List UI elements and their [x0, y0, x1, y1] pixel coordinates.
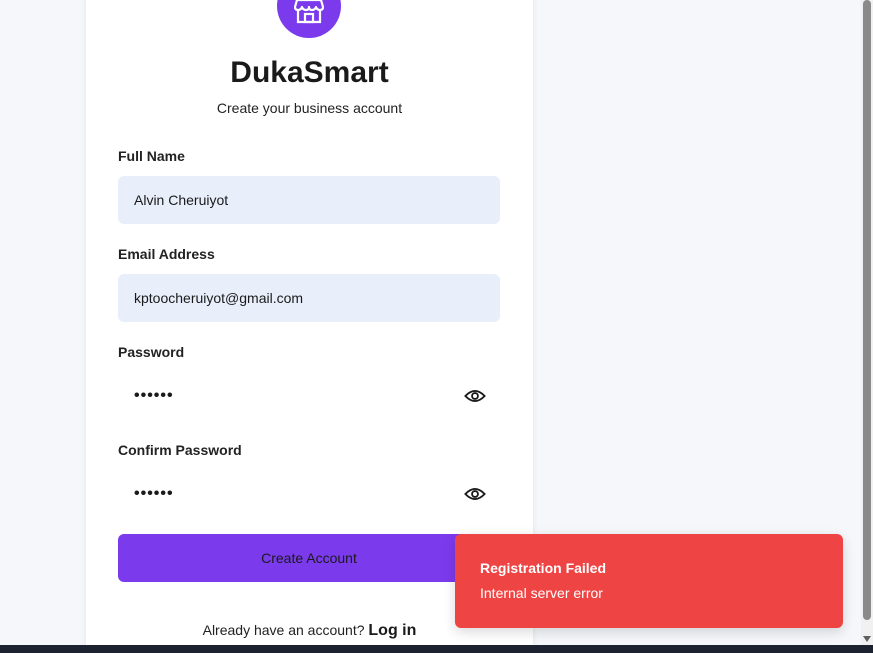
eye-icon[interactable] — [464, 386, 486, 406]
password-value: •••••• — [134, 387, 174, 404]
email-label: Email Address — [118, 246, 215, 262]
toast-title: Registration Failed — [480, 560, 607, 576]
scrollbar-thumb[interactable] — [863, 0, 871, 620]
app-title: DukaSmart — [230, 56, 389, 89]
confirm-password-input[interactable]: •••••• — [118, 470, 500, 518]
full-name-input[interactable]: Alvin Cheruiyot — [118, 176, 500, 224]
app-subtitle: Create your business account — [216, 100, 403, 116]
create-account-button[interactable]: Create Account — [118, 534, 500, 582]
confirm-password-value: •••••• — [134, 485, 174, 502]
eye-icon[interactable] — [464, 484, 486, 504]
confirm-password-label: Confirm Password — [118, 442, 242, 458]
full-name-value: Alvin Cheruiyot — [134, 192, 229, 208]
password-label: Password — [118, 344, 185, 360]
full-name-label: Full Name — [118, 148, 185, 164]
email-input[interactable]: kptoocheruiyot@gmail.com — [118, 274, 500, 322]
error-toast[interactable]: Registration Failed Internal server erro… — [455, 534, 843, 628]
taskbar — [0, 645, 873, 653]
storefront-icon — [294, 0, 324, 24]
login-link[interactable]: Log in — [368, 622, 416, 639]
email-value: kptoocheruiyot@gmail.com — [134, 290, 304, 306]
login-prompt-text: Already have an account? — [202, 622, 365, 638]
toast-message: Internal server error — [480, 585, 603, 601]
vertical-scrollbar[interactable] — [861, 0, 873, 645]
scroll-down-arrow-icon[interactable] — [863, 635, 871, 643]
password-input[interactable]: •••••• — [118, 372, 500, 420]
